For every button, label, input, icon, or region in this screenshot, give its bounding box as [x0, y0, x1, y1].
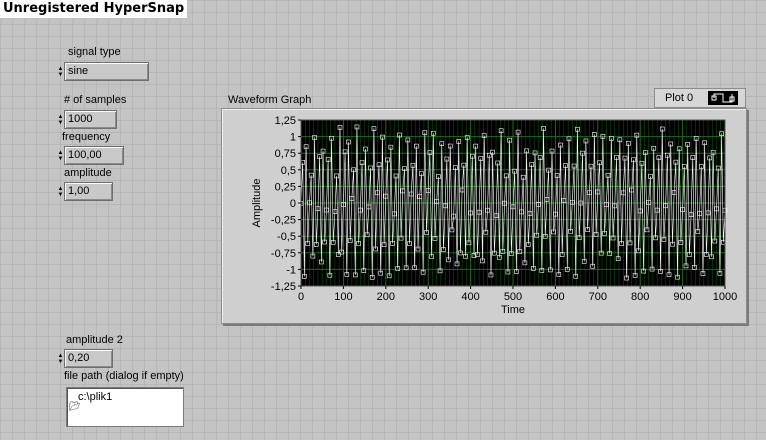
plot-legend-swatch[interactable]: [708, 91, 738, 105]
num-samples-stepper[interactable]: ▲ ▼: [57, 110, 64, 129]
y-tick-label: -0,75: [271, 248, 296, 260]
plot-legend[interactable]: Plot 0: [654, 88, 746, 108]
y-tick-label: -0,5: [277, 231, 296, 243]
frequency-label: frequency: [62, 131, 111, 143]
x-tick-label: 300: [419, 291, 437, 303]
arrow-down-icon: ▼: [57, 358, 64, 365]
file-path-label: file path (dialog if empty): [64, 370, 184, 382]
y-tick-label: 1: [290, 132, 296, 144]
arrow-down-icon: ▼: [57, 119, 64, 126]
x-tick-label: 600: [546, 291, 564, 303]
x-tick-label: 700: [589, 291, 607, 303]
file-path-value: c:\plik1: [78, 391, 113, 403]
x-tick-label: 900: [673, 291, 691, 303]
x-tick-label: 0: [298, 291, 304, 303]
frequency-stepper[interactable]: ▲ ▼: [57, 146, 64, 165]
watermark-label: Unregistered HyperSnap: [0, 0, 188, 18]
file-path-field[interactable]: 📂︎ c:\plik1: [66, 387, 184, 427]
arrow-down-icon: ▼: [57, 155, 64, 162]
signal-type-field[interactable]: sine: [64, 62, 149, 81]
y-tick-label: 1,25: [275, 115, 296, 127]
y-tick-label: -0,25: [271, 215, 296, 227]
amplitude-control: ▲ ▼ 1,00: [57, 182, 113, 201]
amplitude2-stepper[interactable]: ▲ ▼: [57, 349, 64, 368]
frequency-control: ▲ ▼ 100,00: [57, 146, 124, 165]
x-tick-label: 1000: [713, 291, 737, 303]
amplitude-label: amplitude: [64, 167, 112, 179]
y-axis-label: Amplitude: [251, 179, 263, 228]
y-tick-label: 0,25: [275, 181, 296, 193]
y-tick-label: 0,5: [281, 165, 296, 177]
x-tick-label: 800: [631, 291, 649, 303]
frequency-field[interactable]: 100,00: [64, 146, 124, 165]
waveform-graph-chart[interactable]: 0 100 200 300 400 500 600 700 800 900 1000 1,25 1 0,7…: [222, 109, 746, 323]
num-samples-field[interactable]: 1000: [64, 110, 117, 129]
plot-legend-label: Plot 0: [665, 92, 694, 104]
signal-type-control: ▲ ▼ sine: [57, 62, 149, 81]
waveform-graph-panel: 0 100 200 300 400 500 600 700 800 900 1000 1,25 1 0,7…: [221, 108, 747, 324]
amplitude2-label: amplitude 2: [66, 334, 123, 346]
y-tick-label: 0: [290, 198, 296, 210]
signal-type-stepper[interactable]: ▲ ▼: [57, 62, 64, 81]
x-tick-label: 100: [334, 291, 352, 303]
signal-type-label: signal type: [68, 46, 121, 58]
num-samples-control: ▲ ▼ 1000: [57, 110, 117, 129]
arrow-down-icon: ▼: [57, 71, 64, 78]
x-tick-label: 200: [377, 291, 395, 303]
y-tick-label: -1,25: [271, 281, 296, 293]
x-tick-label: 400: [461, 291, 479, 303]
x-tick-label: 500: [504, 291, 522, 303]
amplitude-field[interactable]: 1,00: [64, 182, 113, 201]
y-tick-label: 0,75: [275, 148, 296, 160]
plot-style-icon: [711, 93, 735, 103]
y-tick-label: -1: [286, 264, 296, 276]
x-axis-label: Time: [501, 304, 525, 316]
waveform-graph-label: Waveform Graph: [228, 94, 312, 106]
amplitude-stepper[interactable]: ▲ ▼: [57, 182, 64, 201]
arrow-down-icon: ▼: [57, 191, 64, 198]
amplitude2-field[interactable]: 0,20: [64, 349, 113, 368]
num-samples-label: # of samples: [64, 94, 127, 106]
amplitude2-control: ▲ ▼ 0,20: [57, 349, 113, 368]
